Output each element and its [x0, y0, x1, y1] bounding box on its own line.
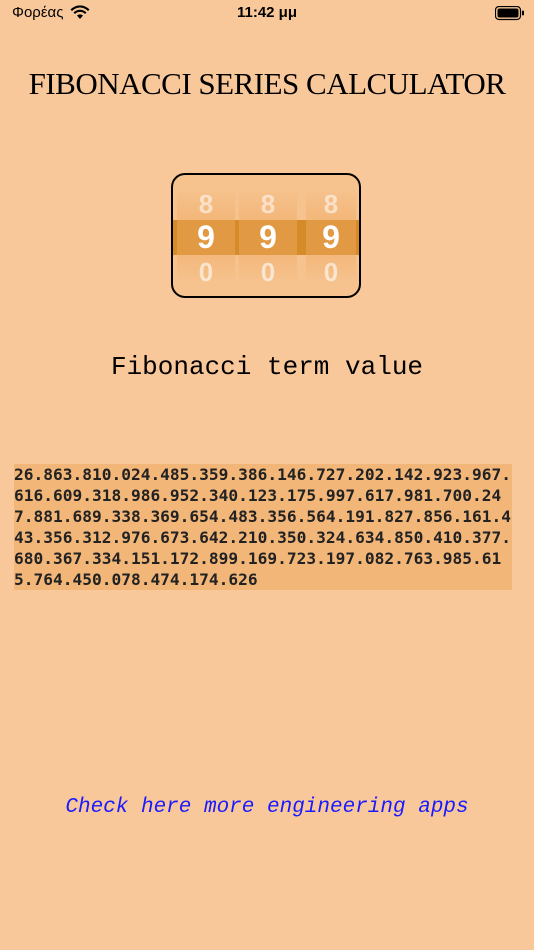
picker-digit-selected: 9 — [259, 219, 277, 255]
picker-wheel-hundreds[interactable]: 8 9 0 — [177, 187, 235, 287]
status-time: 11:42 μμ — [236, 4, 298, 21]
picker-wheel-units[interactable]: 8 9 0 — [306, 187, 356, 287]
fibonacci-result-value: 26.863.810.024.485.359.386.146.727.202.1… — [14, 464, 512, 590]
term-picker[interactable]: 8 9 0 8 9 0 8 9 0 — [171, 173, 361, 298]
picker-digit-prev: 8 — [260, 189, 276, 219]
page-title: FIBONACCI SERIES CALCULATOR — [28, 66, 506, 101]
picker-digit-prev: 8 — [198, 189, 214, 219]
picker-digit-selected: 9 — [322, 219, 340, 255]
term-value-label: Fibonacci term value — [110, 352, 424, 382]
picker-digit-next: 0 — [323, 257, 339, 287]
picker-digit-next: 0 — [198, 257, 214, 287]
battery-icon — [494, 5, 525, 26]
status-bar: Φορέας 11:42 μμ — [0, 0, 534, 30]
more-apps-link[interactable]: Check here more engineering apps — [0, 796, 534, 819]
picker-digit-selected: 9 — [197, 219, 215, 255]
picker-digit-next: 0 — [260, 257, 276, 287]
picker-wheel-tens[interactable]: 8 9 0 — [239, 187, 297, 287]
picker-digit-prev: 8 — [323, 189, 339, 219]
